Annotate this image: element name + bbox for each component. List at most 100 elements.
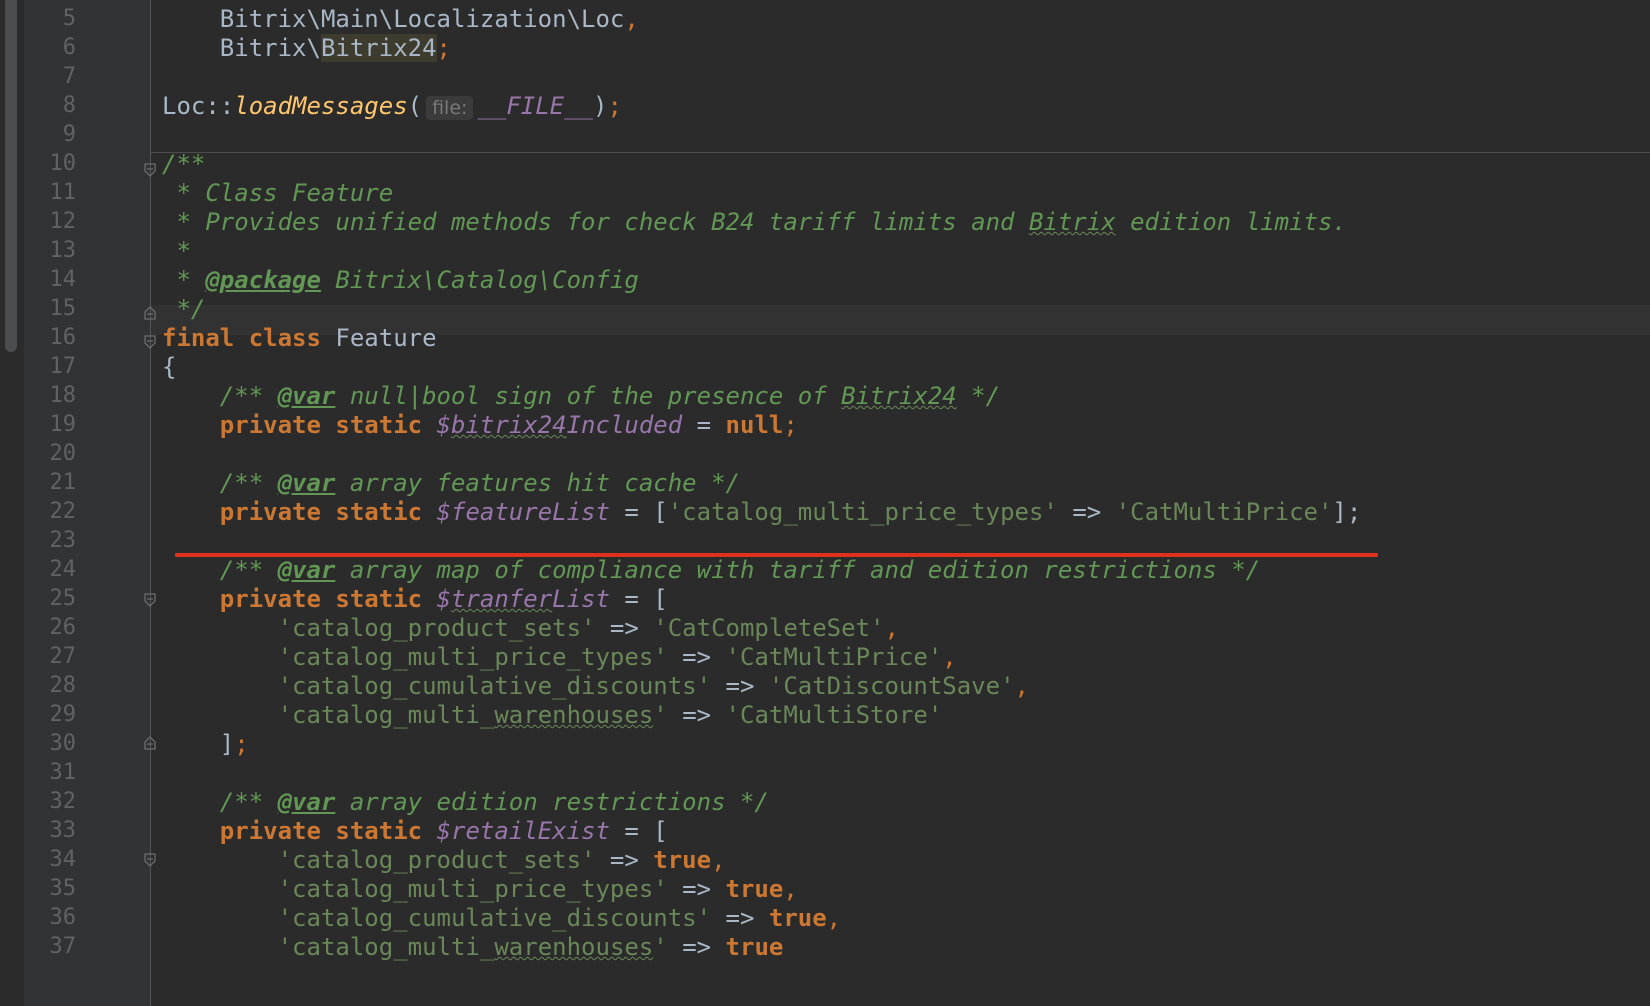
line-number[interactable]: 17 [24, 352, 77, 382]
line-number[interactable]: 35 [24, 874, 77, 904]
fold-end-icon[interactable] [143, 306, 157, 320]
string-literal: ' [653, 701, 668, 729]
line-number[interactable]: 10 [24, 149, 77, 179]
code-line[interactable]: Bitrix\Bitrix24; [162, 33, 451, 63]
keyword: private static [219, 498, 423, 526]
code-token: * Provides unified methods for check B24… [162, 208, 1029, 236]
line-number[interactable]: 9 [24, 120, 76, 150]
doc-tag: @var [277, 556, 336, 584]
line-number[interactable]: 36 [24, 903, 77, 933]
line-number[interactable]: 27 [24, 642, 77, 672]
line-number[interactable]: 20 [24, 439, 77, 469]
line-number[interactable]: 8 [24, 91, 76, 121]
code-token: ( [407, 92, 423, 120]
line-number[interactable]: 23 [24, 526, 77, 556]
line-number[interactable]: 22 [24, 497, 77, 527]
line-number[interactable]: 29 [24, 700, 77, 730]
code-line[interactable]: 'catalog_cumulative_discounts' => true, [162, 903, 842, 933]
code-line[interactable]: /** @var array edition restrictions */ [162, 787, 769, 817]
line-number[interactable]: 12 [24, 207, 77, 237]
code-token: => [667, 933, 726, 961]
line-number[interactable]: 28 [24, 671, 77, 701]
line-number[interactable]: 13 [24, 236, 77, 266]
fold-collapse-icon[interactable] [143, 593, 157, 607]
code-line[interactable]: * Provides unified methods for check B24… [162, 207, 1346, 237]
code-token: Bitrix\ [162, 34, 321, 62]
code-line[interactable]: ]; [162, 729, 249, 759]
code-token: = [ [609, 817, 668, 845]
code-line[interactable]: { [162, 352, 176, 382]
string-literal: 'catalog_multi_ [277, 933, 495, 961]
fold-collapse-icon[interactable] [143, 853, 157, 867]
code-line[interactable]: 'catalog_cumulative_discounts' => 'CatDi… [162, 671, 1029, 701]
line-number[interactable]: 34 [24, 845, 77, 875]
code-line[interactable]: 'catalog_multi_price_types' => true, [162, 874, 798, 904]
line-number[interactable]: 18 [24, 381, 77, 411]
code-line[interactable]: * @package Bitrix\Catalog\Config [162, 265, 638, 295]
code-token: , [826, 904, 842, 932]
line-number[interactable]: 11 [24, 178, 77, 208]
code-line[interactable]: private static $bitrix24Included = null; [162, 410, 798, 440]
code-line[interactable]: 'catalog_multi_price_types' => 'CatMulti… [162, 642, 957, 672]
string-literal: 'catalog_cumulative_discounts' [277, 904, 712, 932]
line-number[interactable]: 32 [24, 787, 77, 817]
line-number[interactable]: 24 [24, 555, 77, 585]
code-line[interactable]: private static $tranferList = [ [162, 584, 668, 614]
code-line[interactable]: /** @var array features hit cache */ [162, 468, 740, 498]
line-number[interactable]: 21 [24, 468, 77, 498]
vertical-scrollbar[interactable] [0, 0, 24, 1006]
string-literal: 'catalog_multi_price_types' [277, 875, 668, 903]
code-line[interactable]: * Class Feature [162, 178, 393, 208]
code-token: /** [162, 469, 278, 497]
code-line[interactable]: private static $featureList = ['catalog_… [162, 497, 1362, 527]
line-number[interactable]: 6 [24, 33, 76, 63]
magic-constant: __FILE__ [477, 92, 594, 120]
code-line[interactable]: Loc::loadMessages(file: __FILE__); [162, 91, 622, 121]
fold-collapse-icon[interactable] [143, 163, 157, 177]
code-line[interactable]: /** [162, 149, 205, 179]
code-token: => [667, 701, 726, 729]
line-number[interactable]: 19 [24, 410, 77, 440]
code-line[interactable]: 'catalog_product_sets' => true, [162, 845, 726, 875]
line-number[interactable]: 26 [24, 613, 77, 643]
line-number[interactable]: 15 [24, 294, 77, 324]
line-number[interactable]: 31 [24, 758, 77, 788]
code-line[interactable]: /** @var array map of compliance with ta… [162, 555, 1260, 585]
variable: $ [436, 585, 451, 613]
line-number[interactable]: 7 [24, 62, 76, 92]
code-token: /** [162, 556, 278, 584]
code-line[interactable]: 'catalog_product_sets' => 'CatCompleteSe… [162, 613, 899, 643]
line-number[interactable]: 37 [24, 932, 77, 962]
fold-collapse-icon[interactable] [143, 335, 157, 349]
scrollbar-thumb[interactable] [5, 0, 17, 352]
line-number[interactable]: 16 [24, 323, 77, 353]
code-line[interactable]: final class Feature [162, 323, 437, 353]
line-number[interactable]: 25 [24, 584, 77, 614]
code-line[interactable]: private static $retailExist = [ [162, 816, 668, 846]
line-number[interactable]: 30 [24, 729, 77, 759]
code-line[interactable]: 'catalog_multi_warenhouses' => 'CatMulti… [162, 700, 943, 730]
code-line[interactable]: Bitrix\Main\Localization\Loc, [162, 4, 639, 34]
code-token: /** [162, 382, 278, 410]
code-line[interactable]: /** @var null|bool sign of the presence … [162, 381, 1000, 411]
fold-end-icon[interactable] [143, 736, 157, 750]
code-token: => [667, 643, 726, 671]
code-token: => [711, 672, 769, 700]
line-number[interactable]: 33 [24, 816, 77, 846]
code-token: Loc:: [162, 92, 235, 120]
string-literal: 'catalog_cumulative_discounts' [277, 672, 712, 700]
code-token: => [595, 846, 654, 874]
code-line[interactable]: * [162, 236, 190, 266]
code-line[interactable]: 'catalog_multi_warenhouses' => true [162, 932, 784, 962]
keyword: true [725, 875, 784, 903]
code-line[interactable]: */ [162, 294, 205, 324]
keyword: true [653, 846, 712, 874]
code-token: => [595, 614, 654, 642]
line-number[interactable]: 5 [24, 4, 76, 34]
line-number[interactable]: 14 [24, 265, 77, 295]
